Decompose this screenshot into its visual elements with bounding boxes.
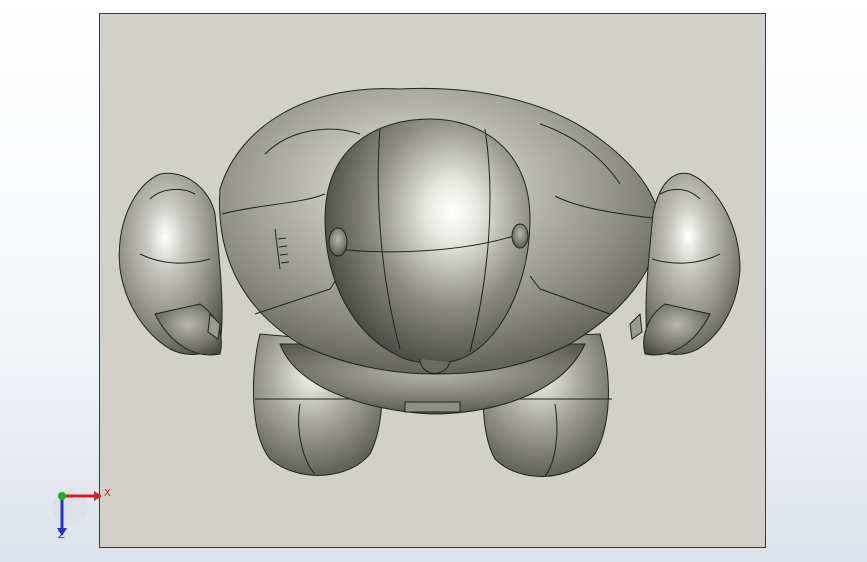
left-arm bbox=[118, 172, 223, 356]
z-axis-label: Z bbox=[58, 530, 65, 541]
y-axis-dot bbox=[58, 492, 66, 500]
x-axis-head bbox=[94, 491, 102, 501]
graphics-viewport[interactable] bbox=[99, 13, 766, 548]
x-axis-label: X bbox=[104, 488, 111, 499]
robot-model[interactable] bbox=[100, 14, 766, 548]
